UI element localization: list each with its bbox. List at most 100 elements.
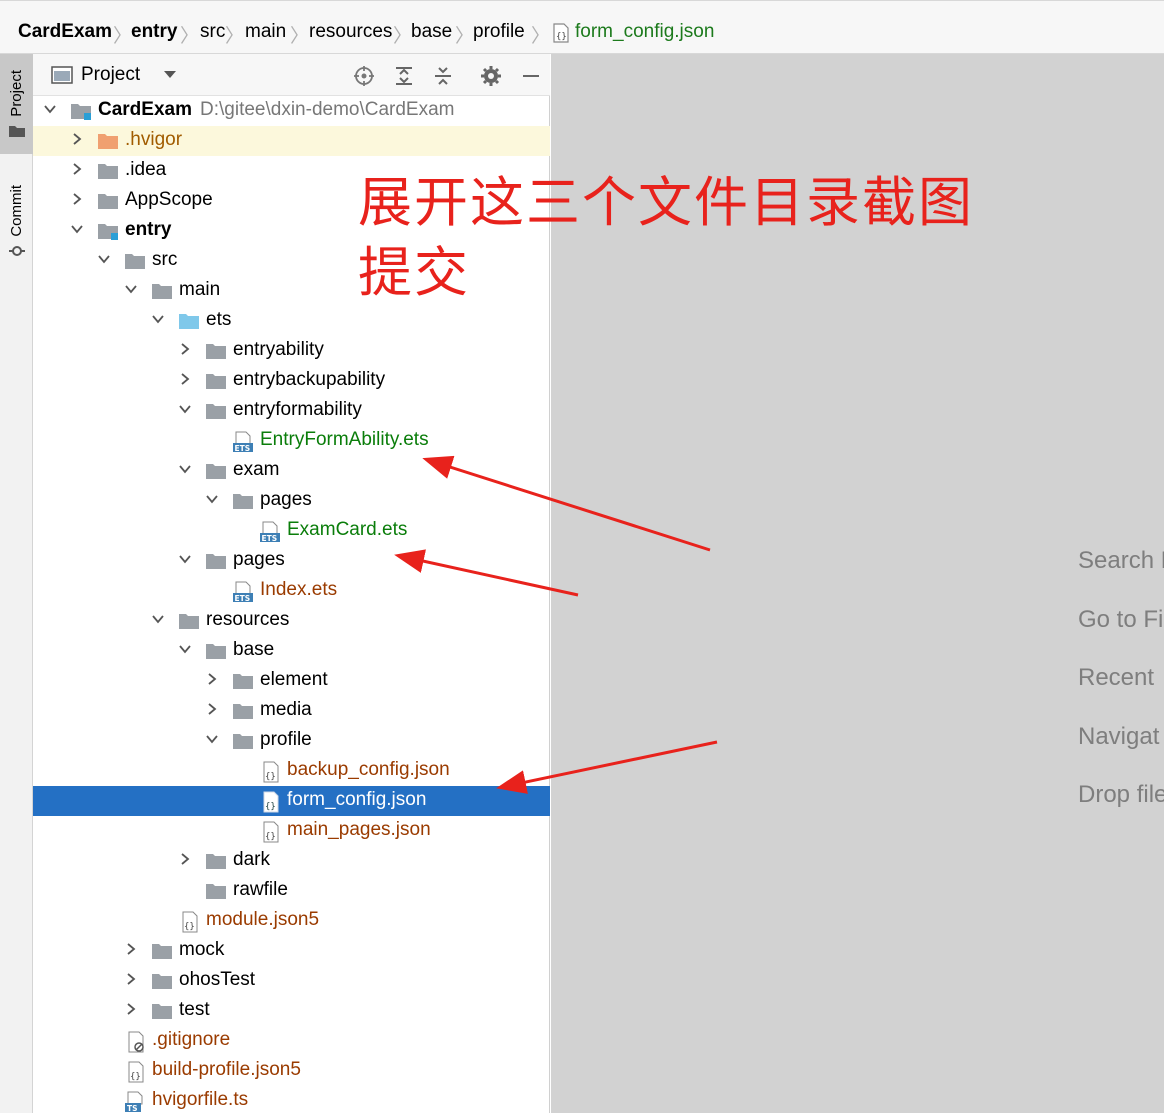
tree-row-main-pages[interactable]: {} main_pages.json bbox=[33, 816, 550, 846]
tree-row-form-config[interactable]: {} form_config.json bbox=[33, 786, 550, 816]
tree-row-test[interactable]: test bbox=[33, 996, 550, 1026]
breadcrumb-item-resources[interactable]: resources bbox=[309, 21, 392, 43]
chevron-right-icon[interactable] bbox=[205, 672, 219, 686]
tree-row-ets[interactable]: ets bbox=[33, 306, 550, 336]
chevron-down-icon[interactable] bbox=[205, 732, 219, 746]
chevron-down-icon[interactable] bbox=[151, 312, 165, 326]
expand-all-icon[interactable] bbox=[393, 65, 415, 87]
tree-row-entrybackupability[interactable]: entrybackupability bbox=[33, 366, 550, 396]
project-panel-title: Project bbox=[81, 64, 141, 85]
tree-row-examcard-ets[interactable]: ETS ExamCard.ets bbox=[33, 516, 550, 546]
chevron-down-icon[interactable] bbox=[178, 552, 192, 566]
ets-file-icon: ETS bbox=[260, 521, 280, 543]
minimize-icon[interactable] bbox=[520, 65, 542, 87]
chevron-right-icon[interactable] bbox=[124, 1002, 138, 1016]
chevron-down-icon[interactable] bbox=[97, 252, 111, 266]
tree-label-exam-pages: pages bbox=[260, 489, 312, 510]
tree-label-base: base bbox=[233, 639, 275, 660]
tree-row-exam[interactable]: exam bbox=[33, 456, 550, 486]
tree-label-src: src bbox=[152, 249, 178, 270]
source-folder-icon bbox=[179, 314, 199, 329]
chevron-down-icon[interactable] bbox=[70, 222, 84, 236]
chevron-down-icon[interactable] bbox=[178, 402, 192, 416]
tool-tab-project-label: Project bbox=[8, 69, 25, 117]
folder-icon bbox=[152, 1004, 172, 1019]
tree-row-profile[interactable]: profile bbox=[33, 726, 550, 756]
tool-tab-project[interactable]: Project bbox=[0, 54, 33, 154]
tool-tab-commit[interactable]: Commit bbox=[0, 172, 33, 272]
tree-row-ohostest[interactable]: ohosTest bbox=[33, 966, 550, 996]
chevron-right-icon[interactable] bbox=[70, 162, 84, 176]
chevron-down-icon[interactable] bbox=[205, 492, 219, 506]
tree-label-pages: pages bbox=[233, 549, 285, 570]
chevron-right-icon[interactable] bbox=[70, 132, 84, 146]
chevron-right-icon[interactable] bbox=[178, 372, 192, 386]
chevron-right-icon[interactable] bbox=[178, 852, 192, 866]
svg-text:{}: {} bbox=[556, 32, 567, 42]
tree-row-rawfile[interactable]: rawfile bbox=[33, 876, 550, 906]
tree-label-gitignore: .gitignore bbox=[152, 1029, 231, 1050]
tree-row-base[interactable]: base bbox=[33, 636, 550, 666]
tree-label-index-ets: Index.ets bbox=[260, 579, 338, 600]
tree-row-element[interactable]: element bbox=[33, 666, 550, 696]
tree-row-exam-pages[interactable]: pages bbox=[33, 486, 550, 516]
svg-text:{}: {} bbox=[265, 802, 276, 812]
tree-row-media[interactable]: media bbox=[33, 696, 550, 726]
tree-row-index-ets[interactable]: ETS Index.ets bbox=[33, 576, 550, 606]
tree-label-profile: profile bbox=[260, 729, 312, 750]
chevron-right-icon[interactable] bbox=[124, 972, 138, 986]
breadcrumb-item-cardexam[interactable]: CardExam bbox=[18, 21, 112, 43]
tree-row-backup-config[interactable]: {} backup_config.json bbox=[33, 756, 550, 786]
breadcrumb-item-main[interactable]: main bbox=[245, 21, 286, 43]
tree-row-entryability[interactable]: entryability bbox=[33, 336, 550, 366]
tree-label-mock: mock bbox=[179, 939, 225, 960]
tree-row-main[interactable]: main bbox=[33, 276, 550, 306]
breadcrumb-item-profile[interactable]: profile bbox=[473, 21, 525, 43]
chevron-down-icon[interactable] bbox=[43, 102, 57, 116]
tree-label-test: test bbox=[179, 999, 210, 1020]
chevron-down-icon[interactable] bbox=[151, 612, 165, 626]
svg-text:{}: {} bbox=[265, 772, 276, 782]
tree-row-module-json5[interactable]: {} module.json5 bbox=[33, 906, 550, 936]
tool-tab-commit-label: Commit bbox=[8, 185, 25, 237]
json-file-icon: {} bbox=[553, 23, 569, 43]
breadcrumb-item-src[interactable]: src bbox=[200, 21, 225, 43]
folder-icon bbox=[233, 704, 253, 719]
tree-row-build-profile[interactable]: {} build-profile.json5 bbox=[33, 1056, 550, 1086]
breadcrumb-item-form-config[interactable]: form_config.json bbox=[575, 21, 714, 43]
json-file-icon: {} bbox=[263, 761, 279, 783]
folder-icon bbox=[233, 674, 253, 689]
tree-row-hvigor[interactable]: .hvigor bbox=[33, 126, 550, 156]
breadcrumb-item-base[interactable]: base bbox=[411, 21, 452, 43]
crosshair-icon[interactable] bbox=[353, 65, 375, 87]
tree-label-examcard-ets: ExamCard.ets bbox=[287, 519, 408, 540]
breadcrumb-separator: 〉 bbox=[113, 26, 133, 47]
svg-text:{}: {} bbox=[184, 922, 195, 932]
chevron-down-icon[interactable] bbox=[178, 462, 192, 476]
tree-row-gitignore[interactable]: .gitignore bbox=[33, 1026, 550, 1056]
chevron-right-icon[interactable] bbox=[70, 192, 84, 206]
breadcrumb-separator: 〉 bbox=[180, 26, 200, 47]
chevron-right-icon[interactable] bbox=[205, 702, 219, 716]
tree-label-build-profile: build-profile.json5 bbox=[152, 1059, 301, 1080]
tree-row-cardexam[interactable]: CardExam D:\gitee\dxin-demo\CardExam bbox=[33, 96, 550, 126]
tree-label-element: element bbox=[260, 669, 328, 690]
tree-row-dark[interactable]: dark bbox=[33, 846, 550, 876]
folder-icon bbox=[152, 944, 172, 959]
collapse-all-icon[interactable] bbox=[432, 65, 454, 87]
tree-row-resources[interactable]: resources bbox=[33, 606, 550, 636]
tree-row-src[interactable]: src bbox=[33, 246, 550, 276]
chevron-down-icon[interactable] bbox=[178, 642, 192, 656]
breadcrumb-item-entry[interactable]: entry bbox=[131, 21, 177, 43]
tree-row-entryformability[interactable]: entryformability bbox=[33, 396, 550, 426]
gear-icon[interactable] bbox=[480, 65, 502, 87]
chevron-right-icon[interactable] bbox=[124, 942, 138, 956]
chevron-down-icon[interactable] bbox=[163, 70, 177, 80]
svg-text:{}: {} bbox=[130, 1072, 141, 1082]
tree-row-mock[interactable]: mock bbox=[33, 936, 550, 966]
tree-row-hvigorfile[interactable]: TS hvigorfile.ts bbox=[33, 1086, 550, 1113]
chevron-down-icon[interactable] bbox=[124, 282, 138, 296]
chevron-right-icon[interactable] bbox=[178, 342, 192, 356]
tree-row-pages[interactable]: pages bbox=[33, 546, 550, 576]
tree-row-entryformability-ets[interactable]: ETS EntryFormAbility.ets bbox=[33, 426, 550, 456]
